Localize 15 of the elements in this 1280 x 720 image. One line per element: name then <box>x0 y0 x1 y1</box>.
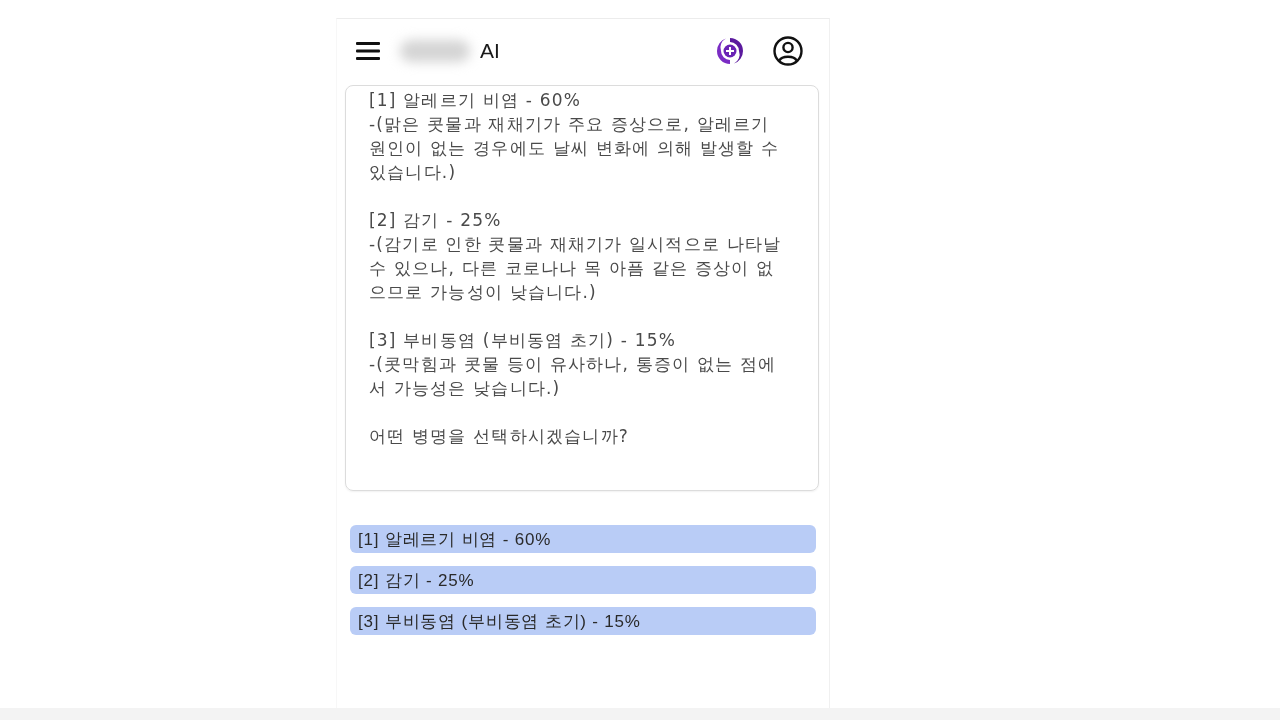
option-explanation: -(콧막힘과 콧물 등이 유사하나, 통증이 없는 점에서 가능성은 낮습니다.) <box>369 353 778 400</box>
answer-option[interactable]: [2] 감기 - 25% <box>350 566 816 594</box>
option-explanation: -(감기로 인한 콧물과 재채기가 일시적으로 나타날 수 있으나, 다른 코로나나 목 아픔 같은 증상이 없으므로 가능성이 낮습니다.) <box>369 233 783 304</box>
option-heading: [1] 알레르기 비염 - 60% <box>369 89 582 112</box>
option-heading: [3] 부비동염 (부비동염 초기) - 15% <box>369 329 678 352</box>
option-heading: [2] 감기 - 25% <box>369 209 503 232</box>
option-explanation: -(맑은 콧물과 재채기가 주요 증상으로, 알레르기 원인이 없는 경우에도 날씨 변화에 의해 발생할 수 있습니다.) <box>369 113 781 184</box>
app-title: AI <box>480 39 500 63</box>
answer-option[interactable]: [3] 부비동염 (부비동염 초기) - 15% <box>350 607 816 635</box>
menu-icon[interactable] <box>356 41 380 61</box>
blurred-area <box>400 40 470 62</box>
answer-option[interactable]: [1] 알레르기 비염 - 60% <box>350 525 816 553</box>
account-icon[interactable] <box>773 36 803 66</box>
swirl-plus-icon[interactable] <box>714 35 746 67</box>
question-text: 어떤 병명을 선택하시겠습니까? <box>369 425 631 448</box>
